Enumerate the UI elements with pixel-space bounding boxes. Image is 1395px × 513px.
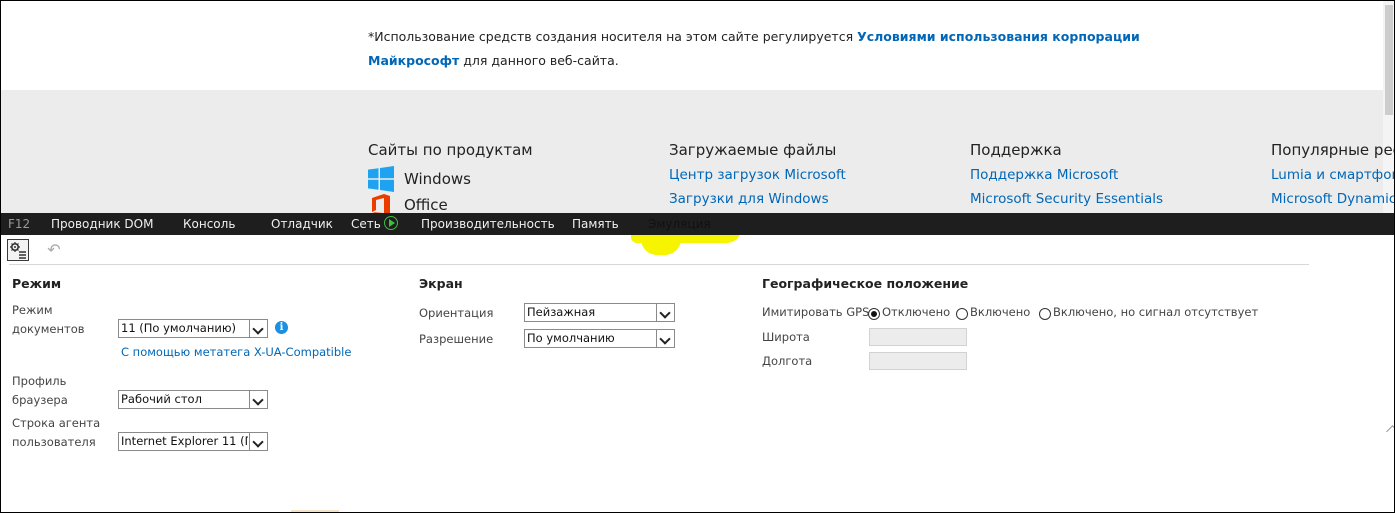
devtools-f12-label: F12 bbox=[8, 217, 31, 231]
label-line: Режим bbox=[12, 303, 53, 317]
orientation-select[interactable]: Пейзажная bbox=[524, 303, 675, 322]
browser-profile-value: Рабочий стол bbox=[121, 392, 202, 406]
play-icon bbox=[383, 216, 398, 230]
tab-console[interactable]: Консоль bbox=[183, 213, 235, 235]
tab-emulation[interactable]: Эмуляция bbox=[648, 213, 711, 235]
footer-col-title: Сайты по продуктам bbox=[368, 141, 533, 159]
meta-tag-link[interactable]: С помощью метатега X-UA-Compatible bbox=[121, 345, 351, 359]
browser-profile-select[interactable]: Рабочий стол bbox=[118, 390, 268, 409]
label-line: Строка агента bbox=[12, 416, 101, 430]
label-line: браузера bbox=[12, 393, 68, 407]
windows-logo-icon bbox=[368, 166, 394, 192]
footer-link[interactable]: Центр загрузок Microsoft bbox=[669, 163, 846, 187]
label-line: Профиль bbox=[12, 374, 67, 388]
doc-mode-label: Режим документов bbox=[12, 301, 85, 339]
latitude-input[interactable] bbox=[869, 328, 967, 346]
devtools-panel: F12 Проводник DOM Консоль Отладчик Сеть … bbox=[1, 213, 1394, 512]
tab-debugger[interactable]: Отладчик bbox=[271, 213, 333, 235]
gps-off-label: Отключено bbox=[882, 305, 951, 319]
footer-link[interactable]: Загрузки для Windows bbox=[669, 187, 846, 211]
terms-suffix: для данного веб-сайта. bbox=[459, 53, 619, 68]
chevron-down-icon bbox=[249, 320, 267, 337]
longitude-label: Долгота bbox=[762, 354, 813, 368]
label-line: пользователя bbox=[12, 435, 96, 449]
page-scroll-thumb[interactable] bbox=[1385, 5, 1393, 115]
product-label: Office bbox=[404, 196, 448, 214]
chevron-down-icon bbox=[656, 304, 674, 321]
footer-col-title: Загружаемые файлы bbox=[669, 141, 837, 159]
product-label: Windows bbox=[404, 170, 471, 188]
user-agent-value: Internet Explorer 11 (По умолчанию) bbox=[121, 434, 248, 448]
info-icon[interactable]: i bbox=[275, 321, 288, 334]
longitude-input[interactable] bbox=[869, 352, 967, 370]
footer-link[interactable]: Lumia и смартфоны bbox=[1271, 163, 1394, 187]
label-line: документов bbox=[12, 322, 85, 336]
orientation-label: Ориентация bbox=[419, 306, 494, 320]
document-mode-value: 11 (По умолчанию) bbox=[121, 321, 236, 335]
footer-link[interactable]: Microsoft Security Essentials bbox=[970, 187, 1163, 211]
footer-col-products: Сайты по продуктам Windows Office bbox=[368, 139, 533, 218]
settings-icon bbox=[10, 242, 26, 259]
footer-col-title: Популярные ресурсы bbox=[1271, 141, 1394, 159]
gps-on-radio[interactable] bbox=[956, 308, 968, 320]
terms-notice: *Использование средств создания носителя… bbox=[368, 25, 1168, 73]
screen-section-title: Экран bbox=[419, 276, 463, 291]
user-agent-select[interactable]: Internet Explorer 11 (По умолчанию) bbox=[118, 432, 268, 451]
orientation-value: Пейзажная bbox=[527, 305, 596, 319]
browser-profile-label: Профиль браузера bbox=[12, 372, 68, 410]
tab-network-label: Сеть bbox=[351, 217, 381, 231]
footer-link[interactable]: Поддержка Microsoft bbox=[970, 163, 1163, 187]
document-mode-select[interactable]: 11 (По умолчанию) bbox=[118, 319, 268, 338]
geolocation-section-title: Географическое положение bbox=[762, 276, 969, 291]
latitude-label: Широта bbox=[762, 330, 810, 344]
chevron-down-icon bbox=[656, 330, 674, 347]
tab-performance[interactable]: Производительность bbox=[421, 213, 555, 235]
tab-network[interactable]: Сеть bbox=[351, 213, 398, 235]
footer-col-downloads: Загружаемые файлы Центр загрузок Microso… bbox=[669, 139, 846, 211]
gps-nosignal-label: Включено, но сигнал отсутствует bbox=[1053, 305, 1259, 319]
settings-button[interactable] bbox=[7, 239, 29, 261]
gps-nosignal-radio[interactable] bbox=[1039, 308, 1051, 320]
chevron-down-icon bbox=[249, 433, 267, 450]
chevron-down-icon bbox=[249, 391, 267, 408]
product-windows[interactable]: Windows bbox=[368, 166, 533, 192]
tab-memory[interactable]: Память bbox=[572, 213, 619, 235]
undo-button[interactable]: ↶ bbox=[43, 239, 65, 261]
resolution-value: По умолчанию bbox=[527, 331, 615, 345]
footer-col-support: Поддержка Поддержка Microsoft Microsoft … bbox=[970, 139, 1163, 211]
resolution-label: Разрешение bbox=[419, 332, 494, 346]
footer-col-popular: Популярные ресурсы Lumia и смартфоны Mic… bbox=[1271, 139, 1394, 211]
scroll-up-arrow-icon[interactable] bbox=[1386, 425, 1394, 438]
undo-icon: ↶ bbox=[47, 240, 61, 259]
footer-col-title: Поддержка bbox=[970, 141, 1062, 159]
user-agent-label: Строка агента пользователя bbox=[12, 414, 100, 452]
mode-section-title: Режим bbox=[12, 276, 62, 291]
gps-off-radio[interactable] bbox=[868, 308, 880, 320]
resolution-select[interactable]: По умолчанию bbox=[524, 329, 675, 348]
terms-prefix: *Использование средств создания носителя… bbox=[368, 29, 858, 44]
emulation-toolbar: ↶ bbox=[1, 239, 1394, 263]
footer-link[interactable]: Microsoft Dynamics bbox=[1271, 187, 1394, 211]
toolbar-divider bbox=[9, 264, 1309, 265]
gps-on-label: Включено bbox=[970, 305, 1031, 319]
simulate-gps-label: Имитировать GPS bbox=[762, 305, 870, 319]
browser-window: *Использование средств создания носителя… bbox=[0, 0, 1395, 513]
tab-dom-explorer[interactable]: Проводник DOM bbox=[51, 213, 153, 235]
